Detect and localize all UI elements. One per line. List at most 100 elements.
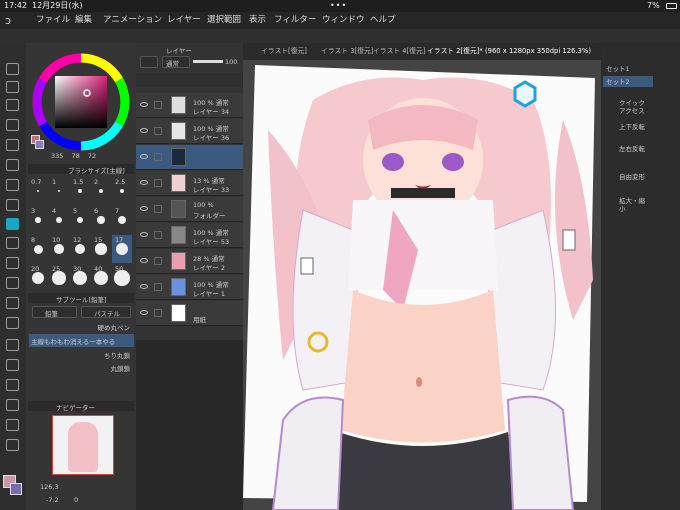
layer-props-button[interactable] — [140, 56, 158, 68]
layer-row-6[interactable]: 28 % 通常 レイヤー 2 — [136, 249, 243, 274]
layer-row-4[interactable]: 100 % フォルダー — [136, 197, 243, 222]
menu-view[interactable]: 表示 — [249, 12, 266, 29]
visibility-eye-icon[interactable] — [140, 128, 148, 133]
brush-size-18[interactable]: 40 — [91, 264, 111, 292]
menu-selection[interactable]: 選択範囲 — [207, 12, 241, 29]
navigator-rotate[interactable]: -7.2 — [46, 496, 59, 504]
brush-size-12[interactable]: 12 — [70, 235, 90, 263]
layer-row-8[interactable]: 用紙 — [136, 301, 243, 326]
artwork-canvas[interactable] — [243, 60, 601, 510]
sub-color-swatch[interactable] — [10, 483, 22, 495]
subtool-tab-pencil[interactable]: 鉛筆 — [32, 306, 77, 318]
visibility-eye-icon[interactable] — [140, 154, 148, 159]
pencil-tool-icon[interactable] — [6, 218, 19, 230]
brush-size-16[interactable]: 25 — [49, 264, 69, 292]
layer-lock-checkbox[interactable] — [154, 101, 162, 109]
quick-action-3[interactable]: 自由変形 — [619, 173, 649, 181]
layer-opacity-value[interactable]: 100 — [225, 58, 237, 66]
quick-set-1[interactable]: セット1 — [606, 63, 630, 73]
brush-size-19[interactable]: 50 — [112, 264, 132, 292]
frame-tool-icon[interactable] — [6, 439, 19, 451]
subtool-item-0[interactable]: 硬め丸ペン — [29, 320, 134, 333]
menu-file[interactable]: ファイル — [36, 12, 70, 29]
layer-lock-checkbox[interactable] — [154, 153, 162, 161]
text-tool-icon[interactable] — [6, 359, 19, 371]
subtool-item-1[interactable]: 主線もわもわ消える一本やる — [29, 334, 134, 347]
shape-tool-icon[interactable] — [6, 419, 19, 431]
layer-row-2[interactable] — [136, 145, 243, 170]
layer-row-0[interactable]: 100 % 通常 レイヤー 34 — [136, 93, 243, 118]
ruler-tool-icon[interactable] — [6, 339, 19, 351]
brush-size-6[interactable]: 4 — [49, 206, 69, 234]
brush-size-4[interactable]: 2.5 — [112, 177, 132, 205]
layer-row-1[interactable]: 100 % 通常 レイヤー 36 — [136, 119, 243, 144]
layer-lock-checkbox[interactable] — [154, 231, 162, 239]
visibility-eye-icon[interactable] — [140, 232, 148, 237]
brush-size-11[interactable]: 10 — [49, 235, 69, 263]
brush-size-7[interactable]: 5 — [70, 206, 90, 234]
quick-action-0[interactable]: クイックアクセス — [619, 99, 649, 115]
move-tool-icon[interactable] — [6, 99, 19, 111]
zoom-tool-icon[interactable] — [6, 63, 19, 75]
lasso-tool-icon[interactable] — [6, 139, 19, 151]
gradient-tool-icon[interactable] — [6, 399, 19, 411]
tab-doc-active[interactable]: イラスト 2[復元]* (960 x 1280px 350dpi 126.3%) — [427, 43, 591, 60]
blend-mode-select[interactable]: 通常 — [162, 56, 190, 68]
brush-size-9[interactable]: 7 — [112, 206, 132, 234]
menu-edit[interactable]: 編集 — [75, 12, 92, 29]
color-wheel[interactable] — [32, 53, 130, 151]
brush-size-0[interactable]: 0.7 — [28, 177, 48, 205]
brush-size-10[interactable]: 8 — [28, 235, 48, 263]
layer-lock-checkbox[interactable] — [154, 283, 162, 291]
navigator-thumbnail[interactable] — [52, 415, 114, 475]
visibility-eye-icon[interactable] — [140, 102, 148, 107]
navigator-zoom[interactable]: 126.3 — [40, 483, 59, 491]
brush-size-15[interactable]: 20 — [28, 264, 48, 292]
layer-lock-checkbox[interactable] — [154, 257, 162, 265]
eyedropper-tool-icon[interactable] — [6, 159, 19, 171]
fill-tool-icon[interactable] — [6, 237, 19, 249]
visibility-eye-icon[interactable] — [140, 206, 148, 211]
subtool-item-2[interactable]: ちり丸鎖 — [29, 348, 134, 361]
brush-tool-icon[interactable] — [6, 179, 19, 191]
airbrush-tool-icon[interactable] — [6, 297, 19, 309]
balloon-tool-icon[interactable] — [6, 379, 19, 391]
brush-size-1[interactable]: 1 — [49, 177, 69, 205]
quick-set-2[interactable]: セット2 — [603, 76, 653, 87]
brush-size-14[interactable]: 17 — [112, 235, 132, 263]
tab-doc-3[interactable]: イラスト 4[復元] — [373, 43, 425, 60]
color-preview-sub[interactable] — [35, 140, 44, 149]
opacity-slider[interactable] — [193, 60, 223, 63]
brush-size-8[interactable]: 6 — [91, 206, 111, 234]
canvas-area[interactable] — [243, 60, 601, 510]
visibility-eye-icon[interactable] — [140, 180, 148, 185]
menu-animation[interactable]: アニメーション — [103, 12, 162, 29]
visibility-eye-icon[interactable] — [140, 310, 148, 315]
navigator-zoom-reset[interactable]: 0 — [74, 496, 78, 504]
subtool-item-3[interactable]: 丸鎖鎖 — [29, 361, 134, 374]
menu-window[interactable]: ウィンドウ — [322, 12, 365, 29]
app-logo-icon[interactable]: ↄ — [5, 12, 11, 29]
visibility-eye-icon[interactable] — [140, 284, 148, 289]
brush-size-17[interactable]: 30 — [70, 264, 90, 292]
layer-row-5[interactable]: 100 % 通常 レイヤー 53 — [136, 223, 243, 248]
visibility-eye-icon[interactable] — [140, 258, 148, 263]
pen-tool-icon[interactable] — [6, 199, 19, 211]
brush-size-5[interactable]: 3 — [28, 206, 48, 234]
layer-lock-checkbox[interactable] — [154, 127, 162, 135]
brush-size-3[interactable]: 2 — [91, 177, 111, 205]
select-tool-icon[interactable] — [6, 119, 19, 131]
blend-tool-icon[interactable] — [6, 277, 19, 289]
layer-row-7[interactable]: 100 % 通常 レイヤー 1 — [136, 275, 243, 300]
layer-lock-checkbox[interactable] — [154, 205, 162, 213]
menu-help[interactable]: ヘルプ — [370, 12, 396, 29]
quick-action-4[interactable]: 拡大・縮小 — [619, 197, 649, 213]
eraser-tool-icon[interactable] — [6, 257, 19, 269]
tab-doc-2[interactable]: イラスト 3[復元] — [321, 43, 373, 60]
layer-lock-checkbox[interactable] — [154, 309, 162, 317]
tab-doc-1[interactable]: イラスト[復元] — [261, 43, 307, 60]
quick-action-1[interactable]: 上下反転 — [619, 123, 649, 131]
menu-filter[interactable]: フィルター — [274, 12, 316, 29]
hand-tool-icon[interactable] — [6, 81, 19, 93]
subtool-tab-pastel[interactable]: パステル — [81, 306, 131, 318]
